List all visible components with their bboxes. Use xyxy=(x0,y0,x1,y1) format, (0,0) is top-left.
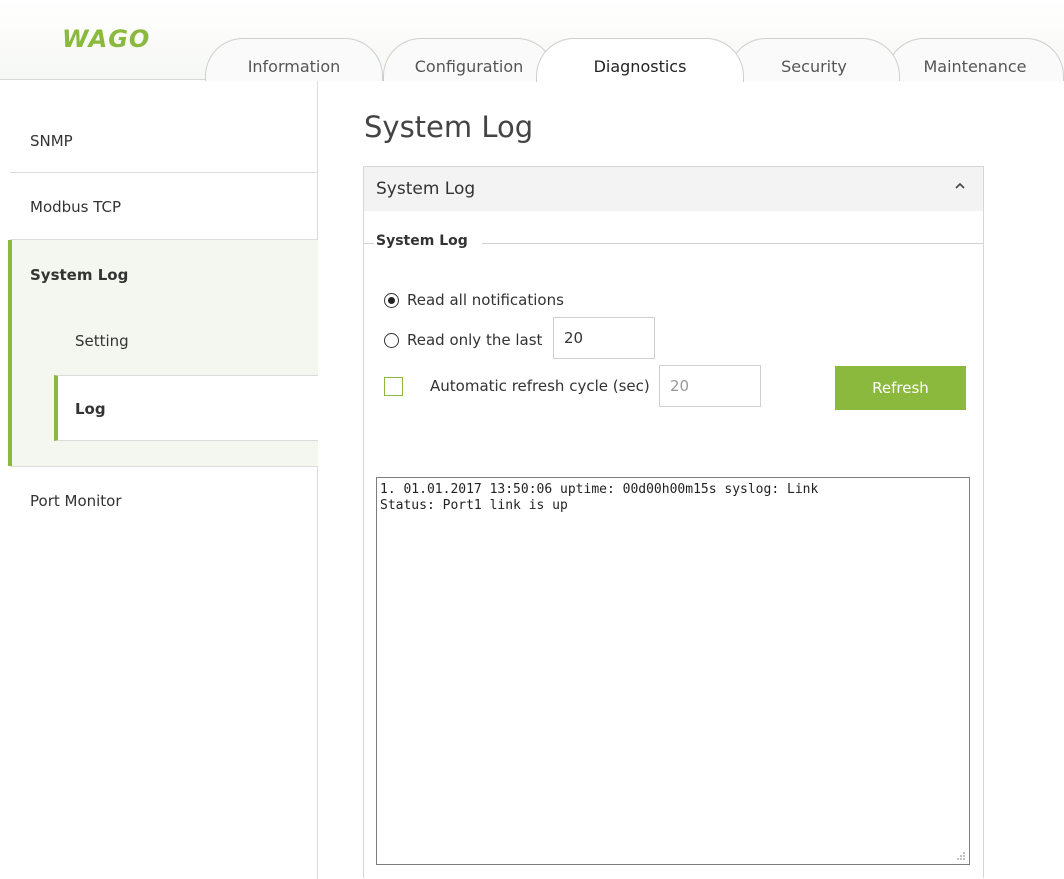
sidebar-item-label: Log xyxy=(75,400,106,418)
chevron-up-icon[interactable] xyxy=(953,179,967,193)
auto-refresh-label: Automatic refresh cycle (sec) xyxy=(430,377,650,395)
tab-maintenance[interactable]: Maintenance xyxy=(886,38,1064,81)
sidebar-item-system-log[interactable]: System Log xyxy=(0,245,318,305)
radio-read-last[interactable] xyxy=(384,332,399,348)
radio-read-all[interactable] xyxy=(384,292,399,308)
sidebar-item-modbus-tcp[interactable]: Modbus TCP xyxy=(0,177,318,237)
system-log-panel: System Log System Log Read all notificat… xyxy=(363,166,984,878)
sidebar-item-setting[interactable]: Setting xyxy=(0,311,318,371)
divider xyxy=(10,172,318,173)
divider xyxy=(10,466,318,467)
tab-label: Configuration xyxy=(414,56,524,76)
radio-read-all-label: Read all notifications xyxy=(407,291,564,309)
panel-title: System Log xyxy=(376,179,476,199)
tab-label: Security xyxy=(781,56,847,76)
auto-refresh-checkbox[interactable] xyxy=(384,377,403,396)
fieldset-border xyxy=(364,243,374,244)
sidebar-item-label: SNMP xyxy=(30,132,73,150)
radio-selected-dot xyxy=(388,296,395,304)
sidebar-item-label: Setting xyxy=(75,332,129,350)
fieldset-legend: System Log xyxy=(376,233,472,249)
tab-configuration[interactable]: Configuration xyxy=(383,38,555,81)
sidebar-item-label: Port Monitor xyxy=(30,492,122,510)
tab-security[interactable]: Security xyxy=(728,38,900,81)
panel-header[interactable]: System Log xyxy=(364,167,983,211)
resize-grip-icon[interactable] xyxy=(956,851,966,861)
log-output-textarea[interactable]: 1. 01.01.2017 13:50:06 uptime: 00d00h00m… xyxy=(376,477,970,865)
fieldset-border xyxy=(482,243,983,244)
sidebar-item-snmp[interactable]: SNMP xyxy=(0,111,318,171)
tab-label: Information xyxy=(247,56,341,76)
sidebar-item-port-monitor[interactable]: Port Monitor xyxy=(0,471,318,531)
sidebar-item-label: Modbus TCP xyxy=(30,198,122,216)
tab-diagnostics[interactable]: Diagnostics xyxy=(536,38,744,82)
top-header: WAGO Information Configuration Maintenan… xyxy=(0,0,1064,82)
tab-information[interactable]: Information xyxy=(205,38,383,81)
auto-refresh-interval-input[interactable] xyxy=(659,365,761,407)
sidebar: SNMP Modbus TCP System Log Setting Log P… xyxy=(0,81,318,879)
wago-logo: WAGO xyxy=(62,26,150,50)
tab-label: Diagnostics xyxy=(593,57,687,76)
sidebar-item-label: System Log xyxy=(30,266,129,284)
tab-label: Maintenance xyxy=(923,56,1027,76)
radio-read-all-row: Read all notifications xyxy=(384,291,564,309)
radio-read-last-row: Read only the last xyxy=(384,331,542,349)
page-title: System Log xyxy=(364,110,534,144)
last-count-input[interactable] xyxy=(553,317,655,359)
refresh-button[interactable]: Refresh xyxy=(835,366,966,410)
svg-text:WAGO: WAGO xyxy=(62,26,150,50)
sidebar-item-log-label-row[interactable]: Log xyxy=(0,377,240,441)
radio-read-last-label: Read only the last xyxy=(407,331,543,349)
